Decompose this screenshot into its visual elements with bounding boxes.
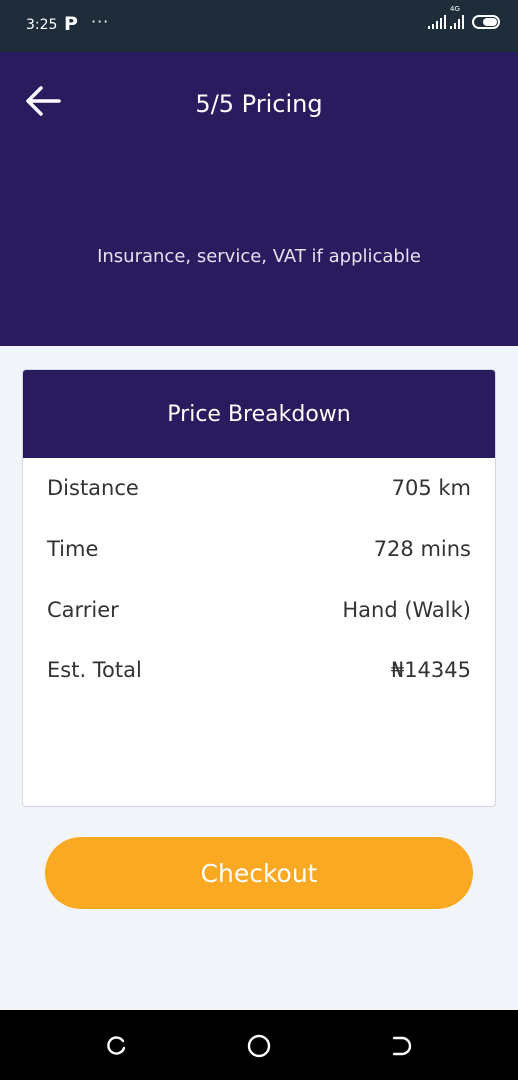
price-breakdown-card: Price Breakdown Distance 705 km Time 728… — [22, 369, 496, 807]
back-nav-icon — [392, 1036, 412, 1056]
system-nav-bar — [0, 1010, 518, 1080]
row-label: Est. Total — [47, 658, 142, 682]
checkout-button[interactable]: Checkout — [45, 837, 473, 909]
row-value: 705 km — [391, 476, 471, 500]
battery-icon — [472, 15, 500, 29]
row-label: Time — [47, 537, 99, 561]
row-label: Distance — [47, 476, 139, 500]
home-button[interactable] — [245, 1032, 273, 1060]
card-title: Price Breakdown — [23, 370, 495, 458]
row-value: Hand (Walk) — [342, 598, 471, 622]
page-header: 5/5 Pricing Insurance, service, VAT if a… — [0, 52, 518, 346]
status-bar: 3:25 P ··· 4G — [0, 0, 518, 52]
app-notification-icon: P — [64, 13, 78, 35]
row-value: 728 mins — [373, 537, 471, 561]
recent-apps-button[interactable] — [102, 1032, 130, 1060]
signal-icon — [428, 15, 446, 29]
home-icon — [247, 1034, 271, 1058]
network-type-label: 4G — [450, 5, 460, 13]
page-subtitle: Insurance, service, VAT if applicable — [97, 246, 421, 267]
page-title: 5/5 Pricing — [195, 90, 323, 118]
breakdown-row-distance: Distance 705 km — [47, 476, 471, 500]
row-label: Carrier — [47, 598, 119, 622]
breakdown-row-time: Time 728 mins — [47, 537, 471, 561]
signal-4g-icon: 4G — [450, 6, 464, 29]
back-nav-button[interactable] — [388, 1032, 416, 1060]
breakdown-row-carrier: Carrier Hand (Walk) — [47, 598, 471, 622]
recent-apps-icon — [107, 1036, 126, 1055]
status-indicators: 4G — [428, 6, 500, 29]
status-time: 3:25 — [26, 17, 58, 33]
breakdown-row-total: Est. Total ₦14345 — [47, 658, 471, 682]
row-value: ₦14345 — [390, 658, 471, 682]
more-notifications-icon: ··· — [91, 12, 110, 31]
